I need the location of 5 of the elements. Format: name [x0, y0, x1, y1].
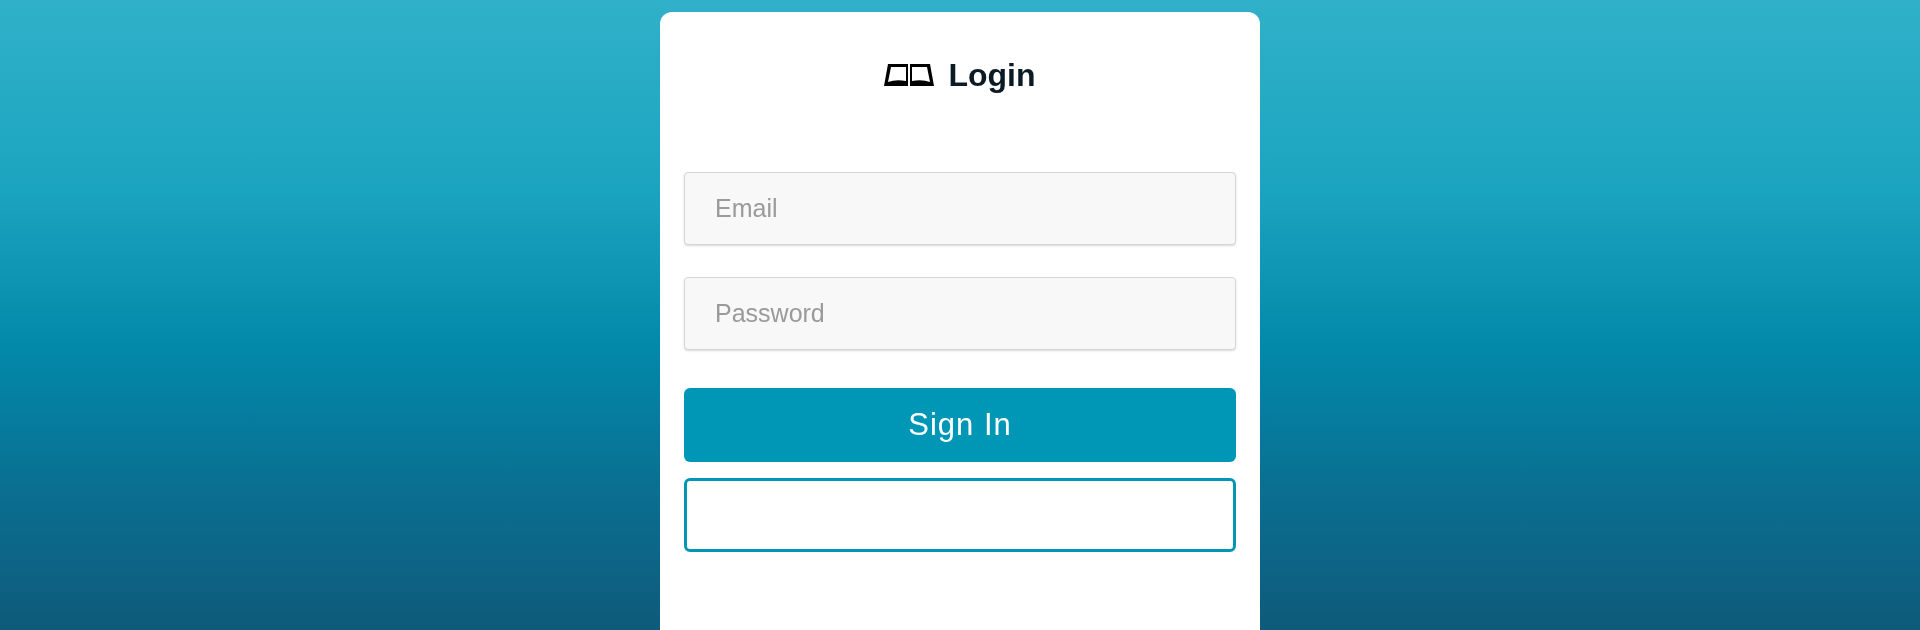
sign-in-button[interactable]: Sign In [684, 388, 1236, 462]
input-field[interactable]: Password [684, 277, 1236, 350]
login-title: Login [948, 56, 1036, 94]
input-field[interactable]: Email [684, 172, 1236, 245]
outline-button[interactable] [684, 478, 1236, 552]
